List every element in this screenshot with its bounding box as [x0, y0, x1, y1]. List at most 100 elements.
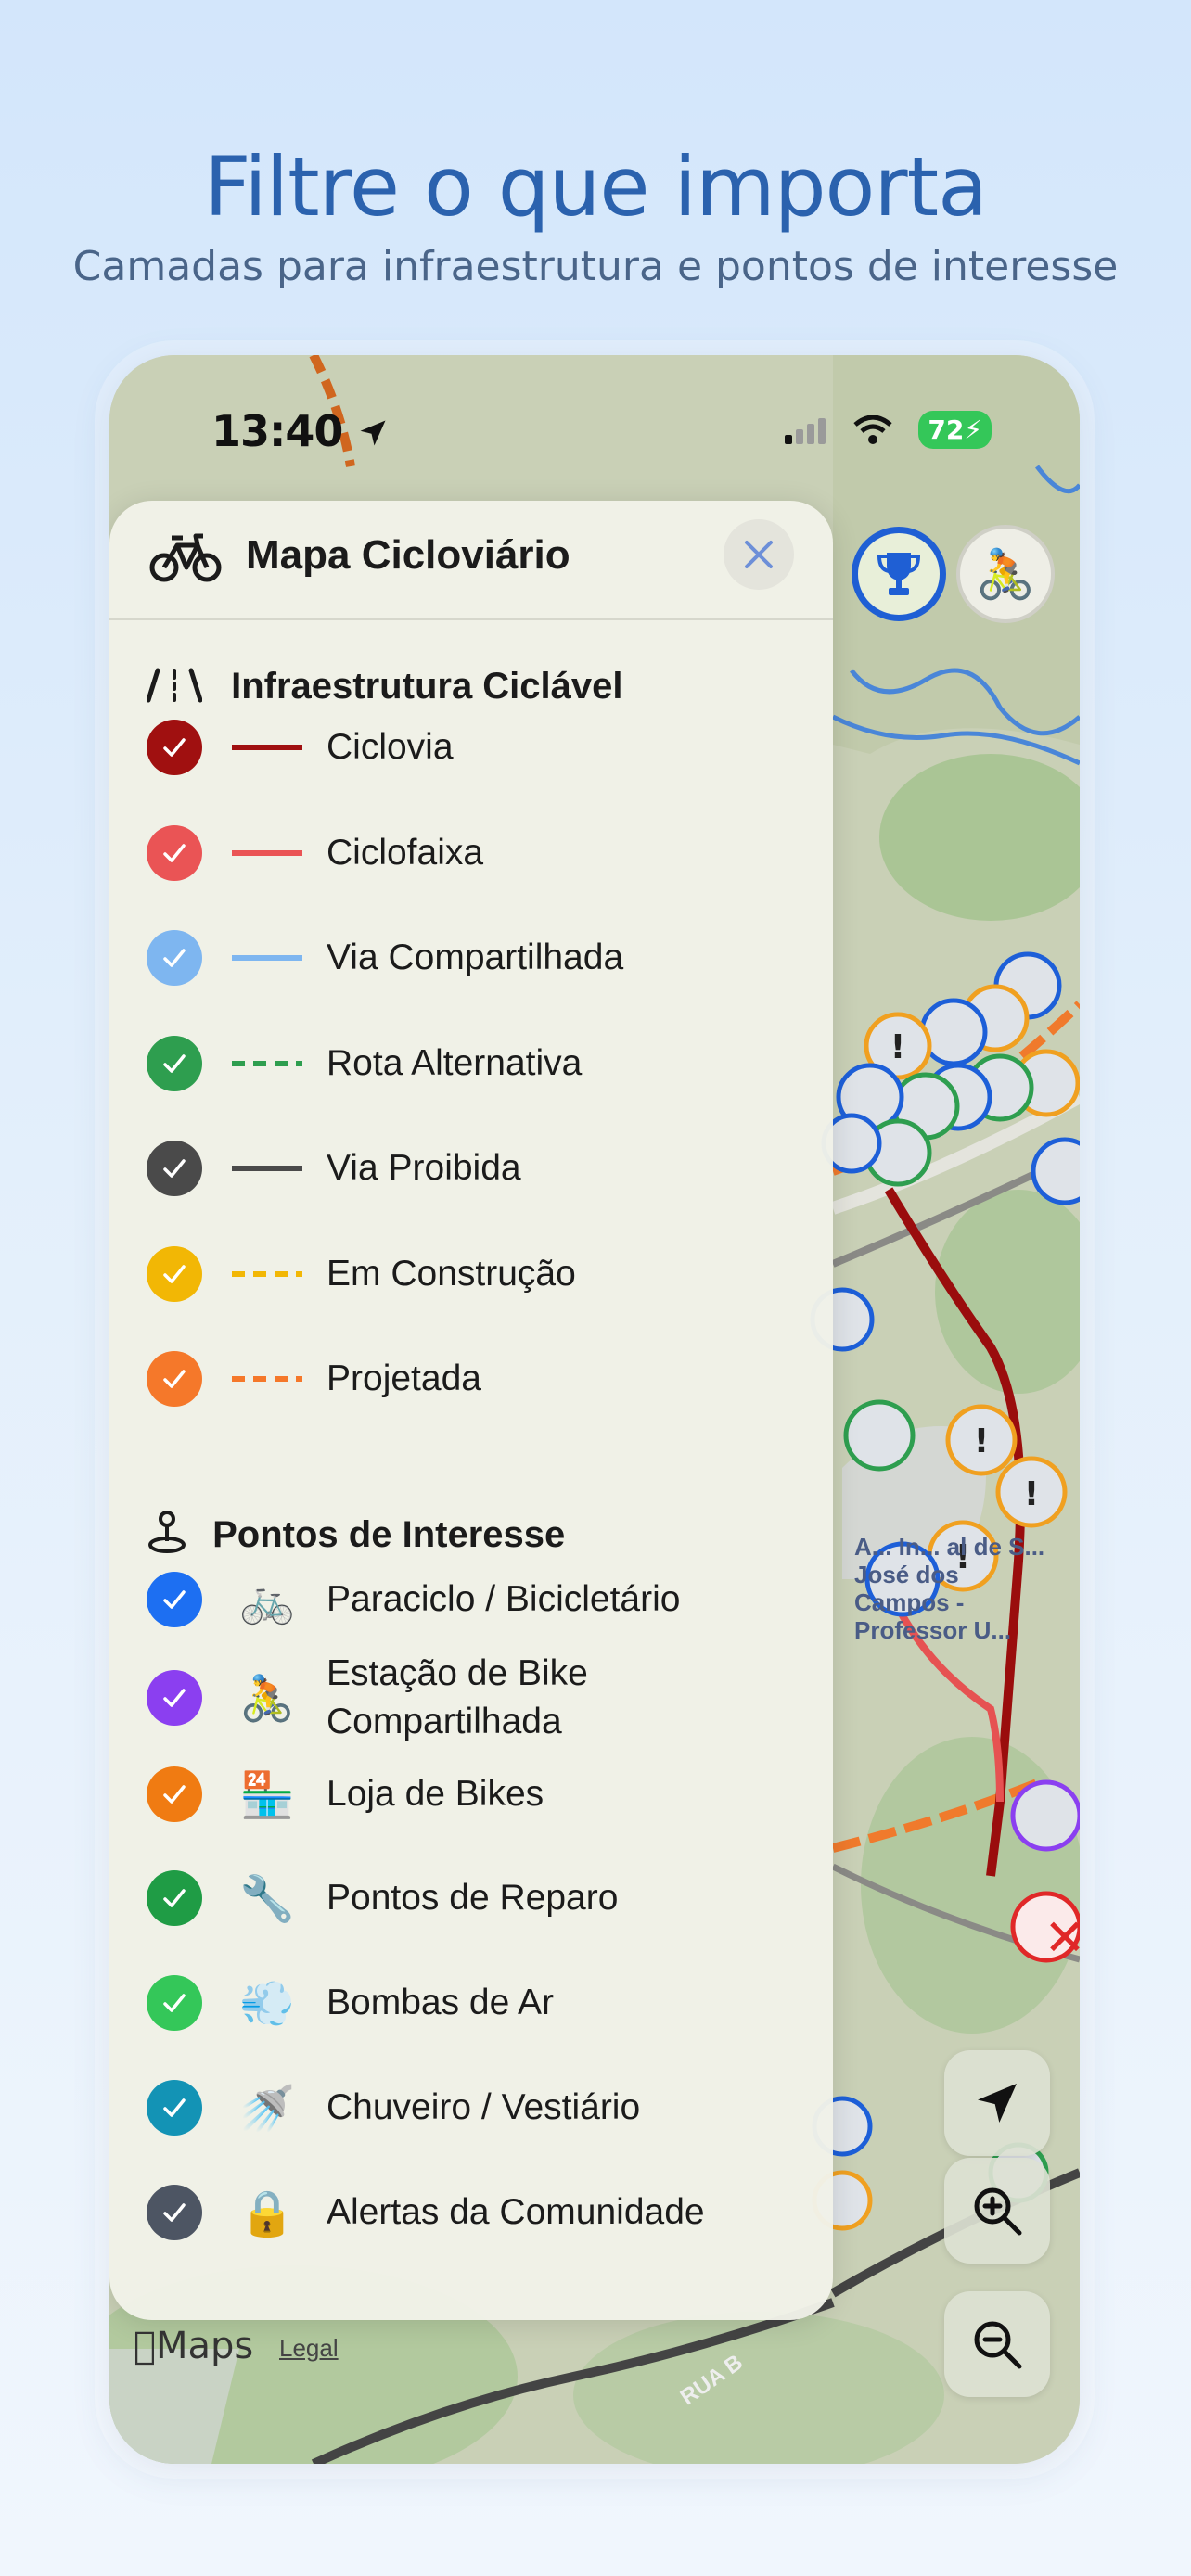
poi-checkbox[interactable]: [147, 1975, 202, 2031]
poi-icon: 🏪: [239, 1770, 295, 1820]
layer-label: Projetada: [327, 1358, 481, 1398]
layer-checkbox[interactable]: [147, 1351, 202, 1407]
poi-row[interactable]: 🚲 Paraciclo / Bicicletário: [147, 1572, 796, 1627]
avatar[interactable]: 🚴: [956, 525, 1055, 623]
poi-checkbox[interactable]: [147, 1766, 202, 1822]
zoom-out-button[interactable]: [944, 2291, 1050, 2397]
checkmark-icon: [163, 1054, 186, 1073]
poi-row[interactable]: 🚴 Estação de Bike Compartilhada: [147, 1650, 796, 1746]
layer-checkbox[interactable]: [147, 1246, 202, 1302]
checkmark-icon: [163, 1370, 186, 1388]
layer-row[interactable]: Ciclovia: [147, 720, 796, 775]
avatar-capybara-icon: 🚴: [975, 547, 1036, 602]
layer-label: Ciclofaixa: [327, 833, 484, 873]
poi-icon: 🚿: [239, 2084, 295, 2134]
location-arrow-icon: [978, 2084, 1017, 2123]
poi-checkbox[interactable]: [147, 2185, 202, 2240]
line-style-icon: [232, 848, 302, 858]
layers-panel: Mapa Cicloviário Infraestrutura Ciclável…: [109, 501, 833, 2320]
infra-section-title: Infraestrutura Ciclável: [231, 666, 623, 707]
checkmark-icon: [163, 949, 186, 967]
poi-icon: 💨: [239, 1979, 295, 2029]
poi-checkbox[interactable]: [147, 2080, 202, 2136]
checkmark-icon: [163, 738, 186, 757]
checkmark-icon: [163, 1785, 186, 1804]
legal-link[interactable]: Legal: [279, 2334, 339, 2363]
panel-title: Mapa Cicloviário: [246, 532, 570, 578]
wifi-icon: [853, 414, 892, 444]
layer-checkbox[interactable]: [147, 1141, 202, 1196]
zoom-in-button[interactable]: [944, 2158, 1050, 2264]
map-place-label: A... In... al de S... José dos Campos - …: [854, 1533, 1045, 1644]
headline: Filtre o que importa: [203, 139, 988, 235]
trophy-button[interactable]: [852, 527, 946, 621]
checkmark-icon: [163, 1994, 186, 2012]
layer-row[interactable]: Projetada: [147, 1351, 796, 1407]
layer-checkbox[interactable]: [147, 1036, 202, 1091]
poi-icon: 🔧: [239, 1874, 295, 1924]
line-style-icon: [232, 953, 302, 963]
poi-row[interactable]: 🔒 Alertas da Comunidade: [147, 2185, 796, 2240]
subheadline: Camadas para infraestrutura e pontos de …: [72, 243, 1119, 290]
layer-label: Ciclovia: [327, 727, 454, 767]
close-button[interactable]: [724, 519, 794, 590]
status-time-text: 13:40: [211, 406, 343, 456]
layer-checkbox[interactable]: [147, 930, 202, 986]
zoom-in-icon: [974, 2187, 1022, 2236]
layer-row[interactable]: Rota Alternativa: [147, 1036, 796, 1091]
layer-label: Rota Alternativa: [327, 1043, 583, 1083]
bicycle-icon: [149, 533, 222, 582]
pin-icon: [148, 1511, 186, 1553]
layer-label: Via Proibida: [327, 1148, 521, 1188]
layer-row[interactable]: Ciclofaixa: [147, 825, 796, 881]
battery-level: 72: [928, 414, 965, 445]
checkmark-icon: [163, 1265, 186, 1283]
poi-label: Paraciclo / Bicicletário: [327, 1579, 681, 1619]
poi-label: Pontos de Reparo: [327, 1878, 619, 1918]
poi-label: Estação de Bike Compartilhada: [327, 1653, 588, 1741]
layer-row[interactable]: Via Proibida: [147, 1141, 796, 1196]
line-style-icon: [232, 1059, 302, 1068]
layer-checkbox[interactable]: [147, 720, 202, 775]
poi-label: Bombas de Ar: [327, 1983, 554, 2022]
checkmark-icon: [163, 1689, 186, 1707]
svg-text:!: !: [974, 1422, 989, 1460]
status-time: 13:40: [211, 406, 390, 456]
poi-row[interactable]: 💨 Bombas de Ar: [147, 1975, 796, 2031]
poi-section-header: Pontos de Interesse: [147, 1510, 565, 1556]
layer-row[interactable]: Em Construção: [147, 1246, 796, 1302]
poi-label: Loja de Bikes: [327, 1774, 544, 1814]
locate-button[interactable]: [944, 2050, 1050, 2156]
layer-row[interactable]: Via Compartilhada: [147, 930, 796, 986]
poi-row[interactable]: 🚿 Chuveiro / Vestiário: [147, 2080, 796, 2136]
poi-section-title: Pontos de Interesse: [212, 1514, 566, 1555]
poi-checkbox[interactable]: [147, 1870, 202, 1926]
phone-screen: ! ! ! ! ✕ A... In... al de S... José dos…: [109, 355, 1080, 2464]
poi-row[interactable]: 🏪 Loja de Bikes: [147, 1766, 796, 1822]
line-style-icon: [232, 1374, 302, 1384]
maps-attribution: Maps: [134, 2325, 253, 2367]
line-style-icon: [232, 743, 302, 752]
checkmark-icon: [163, 1590, 186, 1609]
svg-text:!: !: [1024, 1475, 1039, 1513]
checkmark-icon: [163, 1889, 186, 1907]
layer-label: Via Compartilhada: [327, 937, 624, 977]
layer-checkbox[interactable]: [147, 825, 202, 881]
checkmark-icon: [163, 1159, 186, 1178]
layer-label: Em Construção: [327, 1254, 576, 1294]
poi-icon: 🚲: [239, 1575, 295, 1626]
location-arrow-icon: [360, 420, 386, 446]
poi-checkbox[interactable]: [147, 1572, 202, 1627]
poi-checkbox[interactable]: [147, 1670, 202, 1726]
line-style-icon: [232, 1269, 302, 1279]
svg-text:!: !: [890, 1028, 905, 1066]
checkmark-icon: [163, 844, 186, 862]
poi-icon: 🔒: [239, 2188, 295, 2238]
battery-indicator: 72⚡: [918, 411, 992, 449]
status-indicators: 72⚡: [783, 411, 992, 449]
poi-row[interactable]: 🔧 Pontos de Reparo: [147, 1870, 796, 1926]
checkmark-icon: [163, 2203, 186, 2222]
trophy-icon: [877, 553, 921, 595]
maps-attribution-text: Maps: [134, 2325, 253, 2367]
signal-icon: [785, 417, 826, 444]
